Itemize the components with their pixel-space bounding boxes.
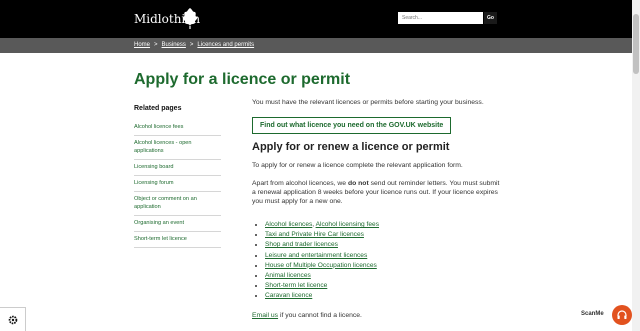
email-text: if you cannot find a licence. [278, 311, 362, 319]
list-item: Alcohol licences, Alcohol licensing fees [265, 220, 502, 230]
list-item: Alcohol licences - open applications [134, 136, 221, 160]
settings-widget-button[interactable] [0, 307, 26, 331]
scanmedia-badge[interactable]: ScanMe [579, 310, 606, 318]
related-link-object-comment[interactable]: Object or comment on an application [134, 196, 197, 210]
breadcrumb-separator: > [154, 42, 158, 48]
link-shop-trader[interactable]: Shop and trader licences [265, 241, 338, 248]
list-item: Taxi and Private Hire Car licences [265, 230, 502, 240]
list-item: Object or comment on an application [134, 192, 221, 216]
breadcrumb-licences[interactable]: Licences and permits [197, 42, 254, 48]
breadcrumb: Home > Business > Licences and permits [134, 42, 254, 48]
renewal-text: Apart from alcohol licences, we [252, 180, 348, 187]
related-link-short-term-let[interactable]: Short-term let licence [134, 236, 187, 242]
gear-icon [8, 315, 17, 324]
related-link-organising-event[interactable]: Organising an event [134, 220, 184, 226]
list-item: Licensing board [134, 160, 221, 176]
list-item: Shop and trader licences [265, 240, 502, 250]
link-alcohol-fees[interactable]: Alcohol licensing fees [316, 221, 379, 228]
licence-links-list: Alcohol licences, Alcohol licensing fees… [252, 220, 502, 302]
renewal-emphasis: do not [347, 180, 369, 187]
breadcrumb-separator: > [189, 42, 194, 48]
section-heading: Apply for or renew a licence or permit [252, 141, 450, 153]
govuk-licence-finder-button[interactable]: Find out what licence you need on the GO… [252, 117, 452, 134]
headphones-icon [617, 310, 627, 319]
link-leisure-entertainment[interactable]: Leisure and entertainment licences [265, 252, 367, 259]
site-header: Midlothian Go [0, 0, 632, 38]
list-item: Short-term let licence [265, 281, 502, 291]
link-alcohol-licences[interactable]: Alcohol licences [265, 221, 312, 228]
intro-text: You must have the relevant licences or p… [252, 99, 484, 106]
link-caravan-licence[interactable]: Caravan licence [265, 292, 312, 299]
oak-leaf-icon [182, 8, 198, 29]
main-content: You must have the relevant licences or p… [252, 98, 502, 320]
list-item: Animal licences [265, 271, 502, 281]
link-taxi-licences[interactable]: Taxi and Private Hire Car licences [265, 231, 364, 238]
related-link-alcohol-fees[interactable]: Alcohol licence fees [134, 124, 183, 130]
list-item: Leisure and entertainment licences [265, 251, 502, 261]
breadcrumb-home[interactable]: Home [134, 42, 150, 48]
email-us-link[interactable]: Email us [252, 312, 278, 319]
page-scrollbar[interactable] [632, 0, 640, 331]
related-link-open-applications[interactable]: Alcohol licences - open applications [134, 140, 192, 154]
list-item: Licensing forum [134, 176, 221, 192]
link-hmo-licences[interactable]: House of Multiple Occupation licences [265, 262, 377, 269]
list-item: Caravan licence [265, 291, 502, 301]
breadcrumb-bar: Home > Business > Licences and permits [0, 38, 632, 53]
related-pages-heading: Related pages [134, 105, 182, 112]
email-paragraph: Email us if you cannot find a licence. [252, 311, 502, 320]
list-item: Alcohol licence fees [134, 120, 221, 136]
page-title: Apply for a licence or permit [134, 71, 351, 88]
list-item: House of Multiple Occupation licences [265, 261, 502, 271]
renewal-paragraph: Apart from alcohol licences, we do not s… [252, 179, 502, 206]
link-animal-licences[interactable]: Animal licences [265, 272, 311, 279]
related-link-licensing-board[interactable]: Licensing board [134, 164, 174, 170]
apply-paragraph: To apply for or renew a licence complete… [252, 162, 463, 169]
list-item: Short-term let licence [134, 232, 221, 248]
search-input[interactable] [398, 12, 483, 24]
related-link-licensing-forum[interactable]: Licensing forum [134, 180, 174, 186]
link-short-term-let[interactable]: Short-term let licence [265, 282, 327, 289]
related-pages-list: Alcohol licence fees Alcohol licences - … [134, 120, 221, 248]
list-item: Organising an event [134, 216, 221, 232]
scrollbar-thumb[interactable] [633, 14, 639, 74]
breadcrumb-business[interactable]: Business [162, 42, 186, 48]
search-go-button[interactable]: Go [484, 12, 497, 24]
audio-assist-button[interactable] [612, 305, 632, 325]
